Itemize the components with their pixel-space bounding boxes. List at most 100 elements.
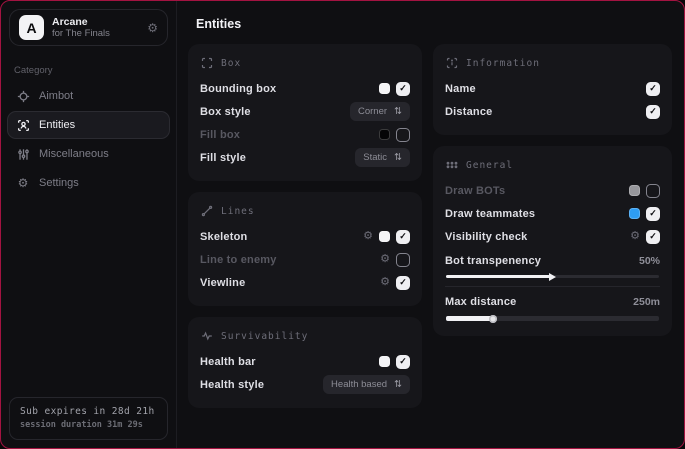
gear-icon[interactable]: ⚙ — [147, 22, 158, 34]
row-settings-gear-icon[interactable]: ⚙ — [363, 231, 373, 242]
checkbox[interactable]: ✓ — [396, 355, 410, 369]
logo-card: A Arcane for The Finals ⚙ — [9, 9, 168, 46]
lines-card: Lines Skeleton ⚙ ✓ Line to enemy ⚙ — [188, 192, 422, 306]
sidebar-spacer — [1, 197, 176, 389]
information-card: Information Name ✓ Distance ✓ — [433, 44, 672, 135]
setting-label: Health style — [200, 379, 264, 391]
setting-row-name: Name ✓ — [445, 77, 660, 100]
sub-expiry-text: Sub expires in 28d 21h — [20, 406, 157, 417]
sidebar-item-aimbot[interactable]: Aimbot — [7, 82, 170, 110]
color-swatch[interactable] — [379, 83, 390, 94]
setting-label: Draw teammates — [445, 208, 535, 220]
updown-chevron-icon: ⇅ — [394, 380, 402, 390]
setting-label: Line to enemy — [200, 254, 277, 266]
setting-label: Bounding box — [200, 83, 276, 95]
updown-chevron-icon: ⇅ — [394, 153, 402, 163]
sliders-icon — [16, 148, 30, 161]
setting-row-draw-bots: Draw BOTs ✓ — [445, 179, 660, 202]
row-settings-gear-icon[interactable]: ⚙ — [380, 254, 390, 265]
checkbox[interactable]: ✓ — [396, 253, 410, 267]
color-swatch[interactable] — [629, 208, 640, 219]
slider-label: Bot transpenency — [445, 255, 541, 267]
app-title: Arcane — [52, 16, 139, 29]
general-card: General Draw BOTs ✓ Draw teammates — [433, 146, 672, 336]
sidebar-nav: Aimbot Entities — [1, 82, 176, 197]
checkbox[interactable]: ✓ — [646, 230, 660, 244]
setting-label: Fill style — [200, 152, 246, 164]
bounding-box-icon — [201, 57, 213, 69]
setting-row-skeleton: Skeleton ⚙ ✓ — [200, 225, 410, 248]
color-swatch[interactable] — [379, 356, 390, 367]
checkbox[interactable]: ✓ — [646, 82, 660, 96]
check-icon: ✓ — [399, 278, 407, 287]
sidebar-item-label: Miscellaneous — [39, 148, 109, 160]
setting-row-fill-box: Fill box ✓ — [200, 123, 410, 146]
color-swatch[interactable] — [629, 185, 640, 196]
setting-row-health-bar: Health bar ✓ — [200, 350, 410, 373]
checkbox[interactable]: ✓ — [646, 105, 660, 119]
dropdown-value: Corner — [358, 106, 387, 117]
card-title: Survivability — [221, 331, 308, 342]
health-style-dropdown[interactable]: Health based ⇅ — [323, 375, 410, 394]
bot-transparency-slider[interactable] — [446, 275, 659, 278]
slider-value: 50% — [639, 255, 660, 267]
checkbox[interactable]: ✓ — [396, 230, 410, 244]
grid-dots-icon — [446, 159, 458, 171]
gear-icon: ⚙ — [16, 176, 30, 190]
checkbox[interactable]: ✓ — [396, 82, 410, 96]
setting-label: Viewline — [200, 277, 245, 289]
sidebar: A Arcane for The Finals ⚙ Category Aimbo… — [1, 1, 177, 448]
setting-row-health-style: Health style Health based ⇅ — [200, 373, 410, 396]
checkbox[interactable]: ✓ — [646, 184, 660, 198]
dropdown-value: Static — [363, 152, 387, 163]
slider-fill — [446, 316, 493, 321]
slider-label: Max distance — [445, 296, 516, 308]
check-icon: ✓ — [399, 357, 407, 366]
checkbox[interactable]: ✓ — [396, 128, 410, 142]
updown-chevron-icon: ⇅ — [394, 107, 402, 117]
row-settings-gear-icon[interactable]: ⚙ — [380, 277, 390, 288]
app-window: A Arcane for The Finals ⚙ Category Aimbo… — [0, 0, 685, 449]
max-distance-slider-group: Max distance 250m — [445, 293, 660, 321]
checkbox[interactable]: ✓ — [646, 207, 660, 221]
card-title: Lines — [221, 206, 255, 217]
card-title: General — [466, 160, 513, 171]
setting-row-draw-teammates: Draw teammates ✓ — [445, 202, 660, 225]
app-subtitle: for The Finals — [52, 28, 139, 39]
check-icon: ✓ — [649, 84, 657, 93]
setting-row-visibility-check: Visibility check ⚙ ✓ — [445, 225, 660, 248]
checkbox[interactable]: ✓ — [396, 276, 410, 290]
card-title: Box — [221, 58, 241, 69]
survivability-card: Survivability Health bar ✓ Health style … — [188, 317, 422, 408]
check-icon: ✓ — [399, 232, 407, 241]
color-swatch[interactable] — [379, 231, 390, 242]
setting-row-bounding-box: Bounding box ✓ — [200, 77, 410, 100]
sidebar-item-entities[interactable]: Entities — [7, 111, 170, 139]
card-title: Information — [466, 58, 540, 69]
max-distance-slider[interactable] — [446, 316, 659, 321]
app-logo: A — [19, 15, 44, 40]
page-title: Entities — [196, 17, 672, 31]
check-icon: ✓ — [649, 107, 657, 116]
setting-row-viewline: Viewline ⚙ ✓ — [200, 271, 410, 294]
slider-fill — [446, 275, 550, 278]
category-label: Category — [14, 65, 176, 76]
setting-label: Distance — [445, 106, 492, 118]
session-duration-text: session duration 31m 29s — [20, 420, 157, 430]
divider — [445, 286, 660, 287]
sidebar-item-settings[interactable]: ⚙ Settings — [7, 169, 170, 197]
setting-row-line-to-enemy: Line to enemy ⚙ ✓ — [200, 248, 410, 271]
sidebar-item-label: Entities — [39, 119, 75, 131]
setting-label: Health bar — [200, 356, 256, 368]
color-swatch[interactable] — [379, 129, 390, 140]
setting-label: Skeleton — [200, 231, 247, 243]
setting-label: Name — [445, 83, 476, 95]
subscription-status-card: Sub expires in 28d 21h session duration … — [9, 397, 168, 440]
sidebar-item-miscellaneous[interactable]: Miscellaneous — [7, 140, 170, 168]
main-content: Entities Box Bounding box — [177, 1, 685, 448]
fill-style-dropdown[interactable]: Static ⇅ — [355, 148, 410, 167]
check-icon: ✓ — [649, 232, 657, 241]
row-settings-gear-icon[interactable]: ⚙ — [630, 231, 640, 242]
crosshair-icon — [16, 90, 30, 103]
box-style-dropdown[interactable]: Corner ⇅ — [350, 102, 410, 121]
